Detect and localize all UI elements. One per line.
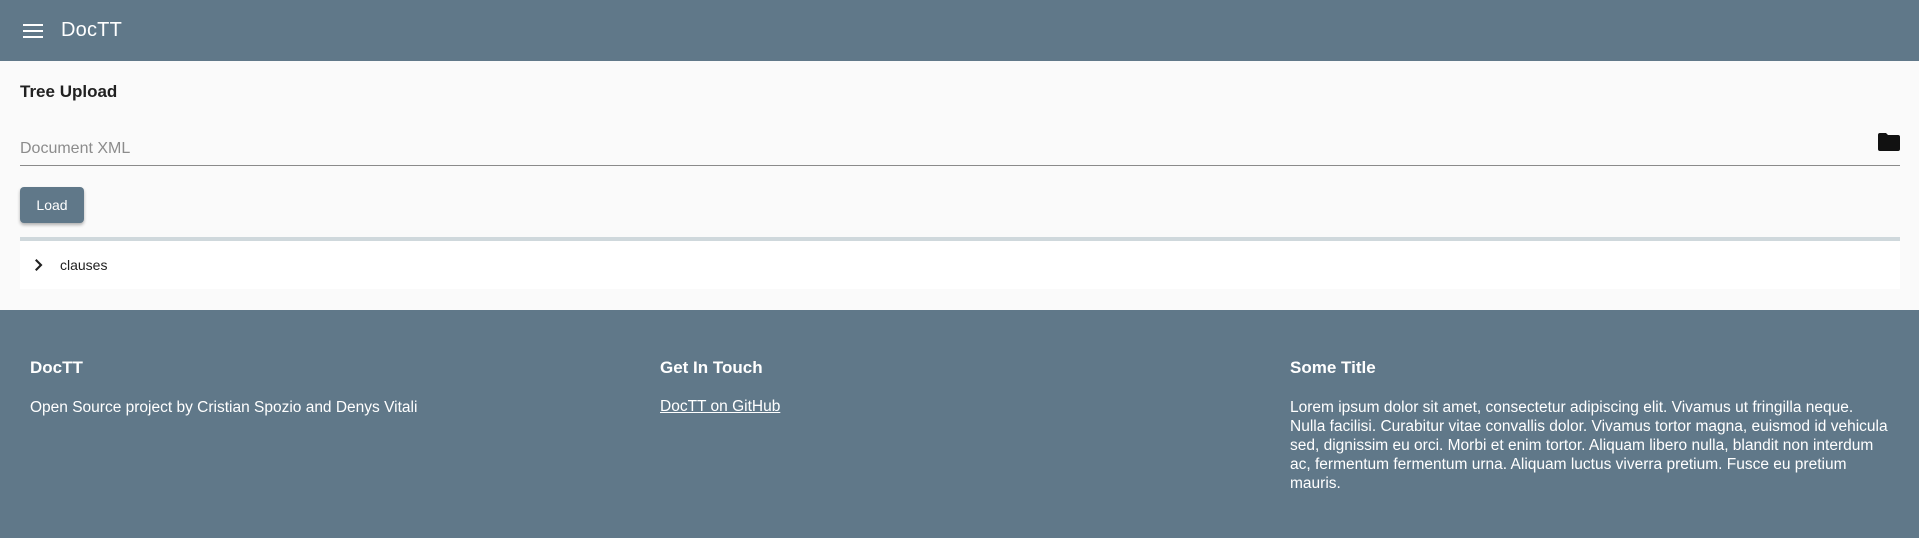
- github-link[interactable]: DocTT on GitHub: [660, 398, 780, 415]
- chevron-right-glyph: [35, 259, 43, 271]
- tree-node-label: clauses: [60, 257, 108, 273]
- footer-contact-title: Get In Touch: [660, 358, 763, 377]
- tree-node-clauses[interactable]: clauses: [20, 241, 320, 289]
- footer-extra: Some Title Lorem ipsum dolor sit amet, c…: [1290, 358, 1890, 493]
- document-xml-input[interactable]: [20, 137, 1840, 161]
- chevron-right-icon[interactable]: [31, 257, 47, 273]
- footer-contact: Get In Touch DocTT on GitHub: [660, 358, 1260, 416]
- load-button[interactable]: Load: [20, 187, 84, 223]
- page-title: Tree Upload: [20, 82, 118, 101]
- footer-about-title: DocTT: [30, 358, 83, 377]
- app-bar: DocTT: [0, 0, 1919, 61]
- footer-about-text: Open Source project by Cristian Spozio a…: [30, 399, 418, 416]
- footer-about: DocTT Open Source project by Cristian Sp…: [30, 358, 630, 417]
- tree-panel: clauses: [20, 237, 1900, 289]
- footer: DocTT Open Source project by Cristian Sp…: [0, 310, 1919, 538]
- app-title: DocTT: [61, 19, 122, 41]
- menu-icon-glyph: [23, 23, 43, 38]
- footer-extra-text: Lorem ipsum dolor sit amet, consectetur …: [1290, 399, 1888, 492]
- menu-icon[interactable]: [13, 11, 53, 51]
- folder-icon-glyph: [1878, 133, 1900, 151]
- folder-icon[interactable]: [1878, 133, 1900, 153]
- footer-extra-title: Some Title: [1290, 358, 1376, 377]
- document-xml-field: [20, 123, 1900, 166]
